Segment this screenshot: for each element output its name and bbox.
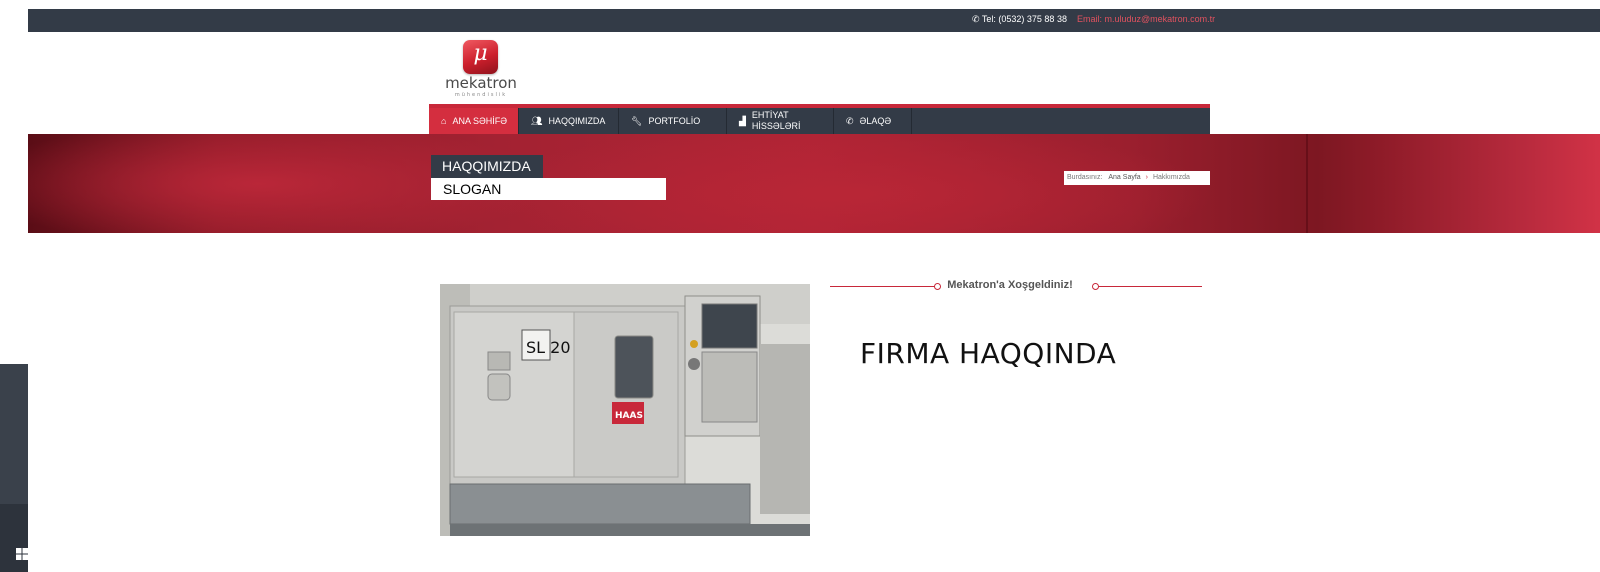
nav-item-label: ANA SƏHİFƏ — [452, 115, 507, 126]
home-icon: ⌂ — [441, 116, 447, 126]
logo-name: mekatron — [445, 74, 517, 92]
welcome-divider: Mekatron'a Xoşgeldiniz! — [830, 278, 1202, 294]
divider-line-right — [1098, 286, 1202, 287]
nav-item-home[interactable]: ⌂ ANA SƏHİFƏ — [429, 108, 519, 134]
left-edge-shade — [0, 364, 28, 504]
phone-icon: ✆ — [972, 14, 982, 24]
svg-text:SL 20: SL 20 — [526, 338, 571, 357]
section-heading: FIRMA HAQQINDA — [860, 337, 1117, 370]
logo[interactable]: μ mekatron mühendislik — [440, 38, 522, 98]
svg-text:HAAS: HAAS — [615, 411, 643, 421]
divider-line-left — [830, 286, 935, 287]
breadcrumb-prefix: Burdasınız: — [1067, 174, 1103, 181]
page-title: HAQQIMIZDA — [431, 155, 543, 178]
nav-item-label: ƏLAQƏ — [859, 115, 892, 126]
welcome-text: Mekatron'a Xoşgeldiniz! — [947, 279, 1073, 291]
page: ✆ Tel: (0532) 375 88 38 Email: m.uluduz@… — [0, 0, 1600, 572]
phone-contact[interactable]: ✆ Tel: (0532) 375 88 38 — [972, 14, 1067, 25]
slogan: SLOGAN — [431, 178, 666, 200]
left-edge-panel — [0, 364, 28, 572]
logo-subtitle: mühendislik — [454, 92, 508, 98]
wrench-icon: 🔧︎ — [631, 115, 643, 126]
page-banner — [28, 134, 1600, 233]
breadcrumb: Burdasınız: Ana Sayfa › Hakkımızda — [1064, 171, 1210, 185]
nav-item-label: PORTFOLİO — [648, 115, 701, 126]
phone-text: Tel: (0532) 375 88 38 — [981, 14, 1067, 24]
breadcrumb-home-link[interactable]: Ana Sayfa — [1108, 174, 1140, 181]
nav-item-contact[interactable]: ✆ ƏLAQƏ — [834, 108, 912, 134]
windows-icon[interactable] — [16, 548, 28, 560]
top-bar: ✆ Tel: (0532) 375 88 38 Email: m.uluduz@… — [28, 9, 1600, 32]
banner-seam — [1306, 134, 1308, 233]
logo-mark-icon: μ — [463, 40, 498, 74]
nav-item-about[interactable]: 👥︎ HAQQIMIZDA — [519, 108, 619, 134]
breadcrumb-separator: › — [1145, 174, 1148, 181]
nav-item-portfolio[interactable]: 🔧︎ PORTFOLİO — [619, 108, 727, 134]
nav-item-spare-parts[interactable]: ▟ EHTİYAT HİSSƏLƏRİ — [727, 108, 834, 134]
breadcrumb-current: Hakkımızda — [1152, 174, 1190, 181]
email-link[interactable]: Email: m.uluduz@mekatron.com.tr — [1077, 14, 1215, 24]
nav-item-label: HAQQIMIZDA — [548, 115, 606, 126]
main-nav: ⌂ ANA SƏHİFƏ 👥︎ HAQQIMIZDA 🔧︎ PORTFOLİO … — [429, 108, 1210, 134]
users-icon: 👥︎ — [531, 115, 543, 126]
cnc-lathe-image: SL 20 HAAS — [440, 284, 810, 536]
puzzle-icon: ▟ — [739, 115, 746, 126]
nav-item-label: EHTİYAT HİSSƏLƏRİ — [751, 110, 801, 131]
machine-photo: SL 20 HAAS — [440, 284, 810, 536]
phone-icon: ✆ — [846, 115, 854, 126]
